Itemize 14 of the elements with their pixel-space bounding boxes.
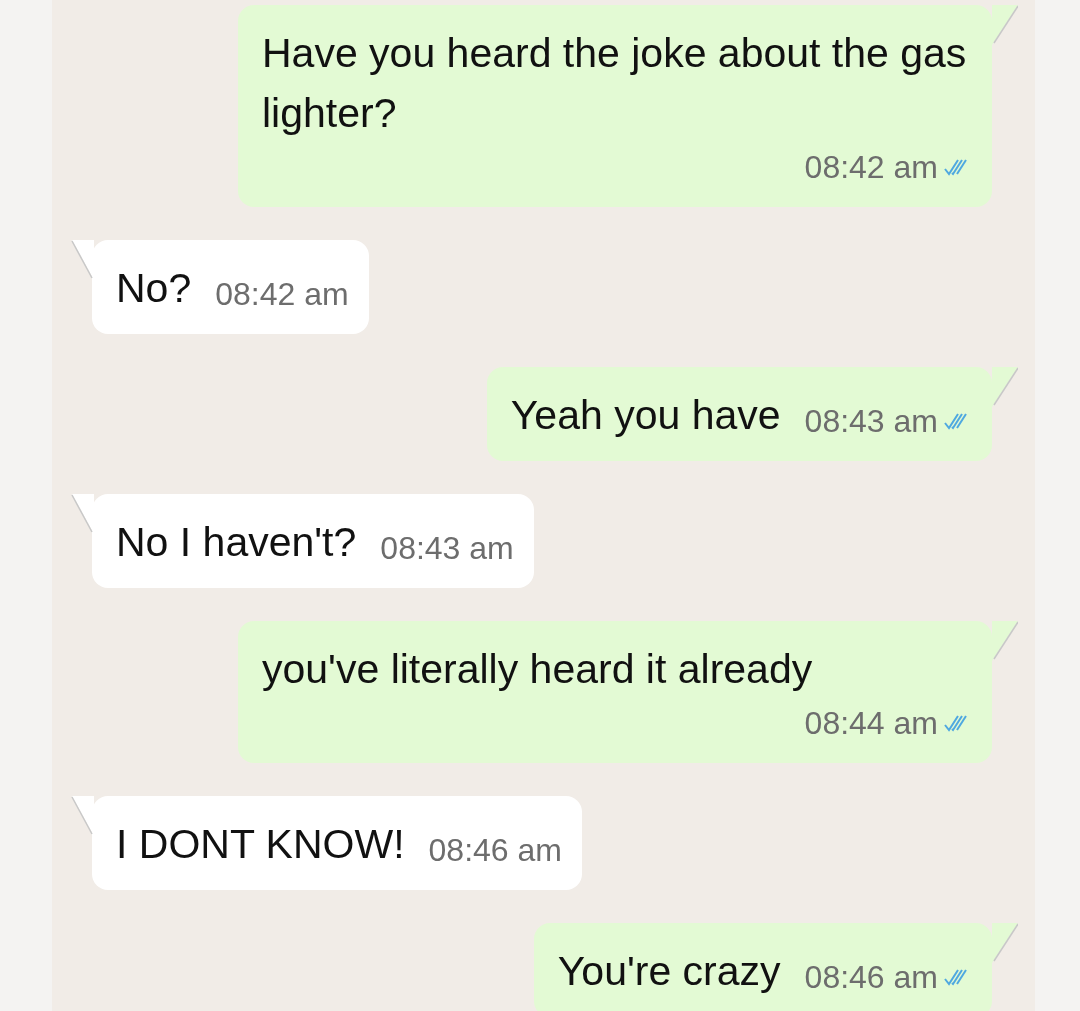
message-text: Yeah you have — [510, 391, 781, 440]
message-text: Have you heard the joke about the gas lighter? — [262, 29, 968, 138]
message-text: You're crazy — [557, 947, 781, 996]
message-time: 08:46 am — [804, 958, 938, 997]
message-time: 08:43 am — [380, 529, 514, 568]
message-time: 08:43 am — [804, 402, 938, 441]
message-text: No I haven't? — [116, 518, 357, 567]
message-time: 08:42 am — [804, 148, 938, 187]
message-text: I DONT KNOW! — [116, 820, 405, 869]
message-time: 08:42 am — [215, 275, 349, 314]
message-text: you've literally heard it already — [262, 645, 813, 694]
message-time: 08:44 am — [804, 704, 938, 743]
message-text: No? — [116, 264, 192, 313]
message-time: 08:46 am — [428, 831, 562, 870]
